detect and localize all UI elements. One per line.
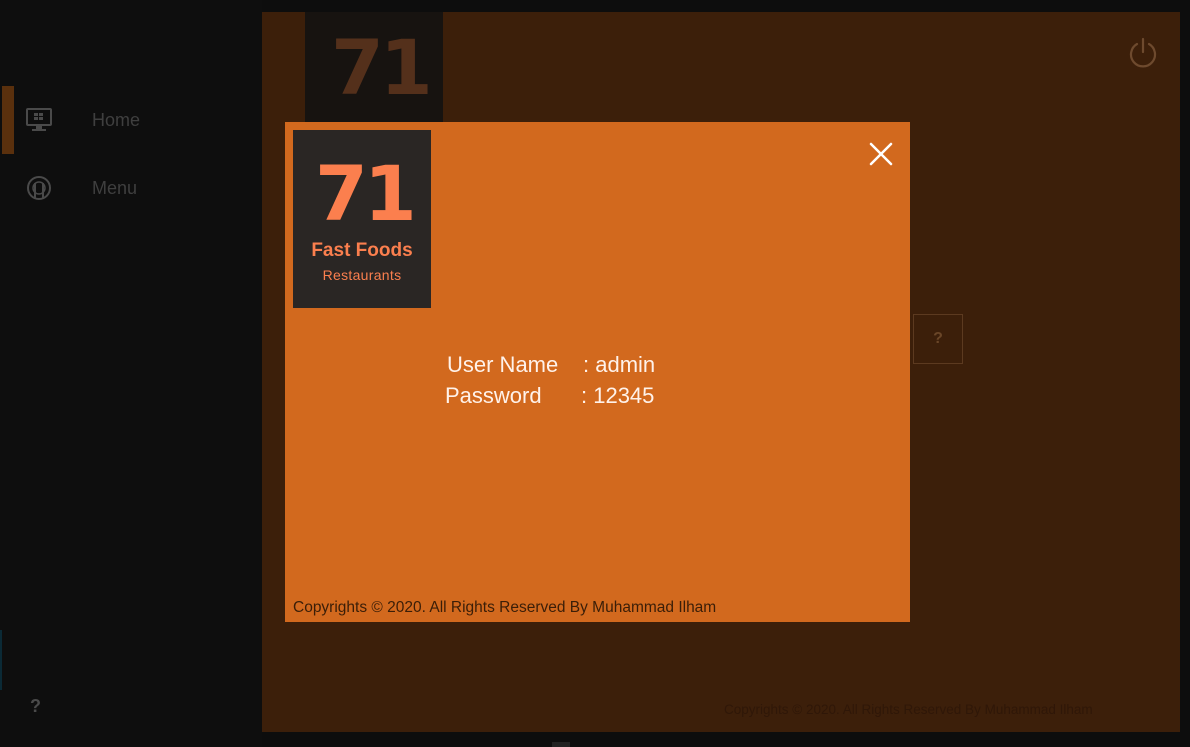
password-label: Password [445,383,542,408]
header-logo: 71 [305,12,443,124]
help-button[interactable]: ? [30,696,41,717]
power-button[interactable] [1126,36,1160,70]
sidebar-edge-marker [0,630,2,690]
logo-subtitle: Restaurants [322,267,402,283]
bottom-handle [552,742,570,747]
logo-number: 71 [331,23,433,112]
close-button[interactable] [867,140,895,168]
username-label: User Name [447,352,559,377]
close-icon [869,142,893,166]
dialog-logo: 71 Fast Foods Restaurants [293,130,431,308]
logo-title: Fast Foods [311,240,413,261]
app-window: Home Menu ? 71 ? Copyrights © 2020. All … [0,0,1190,747]
sidebar-item-home[interactable]: Home [0,98,262,142]
sidebar-item-label: Home [92,109,141,130]
password-value: : 12345 [581,383,655,408]
login-info-dialog: 71 Fast Foods Restaurants User Name : ad… [285,122,910,622]
dialog-copyright: Copyrights © 2020. All Rights Reserved B… [293,599,717,616]
sidebar: Home Menu ? [0,0,262,747]
sidebar-item-label: Menu [92,177,138,198]
footer-copyright: Copyrights © 2020. All Rights Reserved B… [724,702,1093,717]
sidebar-item-menu[interactable]: Menu [0,166,262,210]
monitor-icon [24,105,54,135]
food-icon [24,173,54,203]
power-icon [1129,37,1157,68]
logo-number: 71 [315,149,417,238]
info-help-button[interactable]: ? [913,314,963,364]
username-value: : admin [583,352,656,377]
